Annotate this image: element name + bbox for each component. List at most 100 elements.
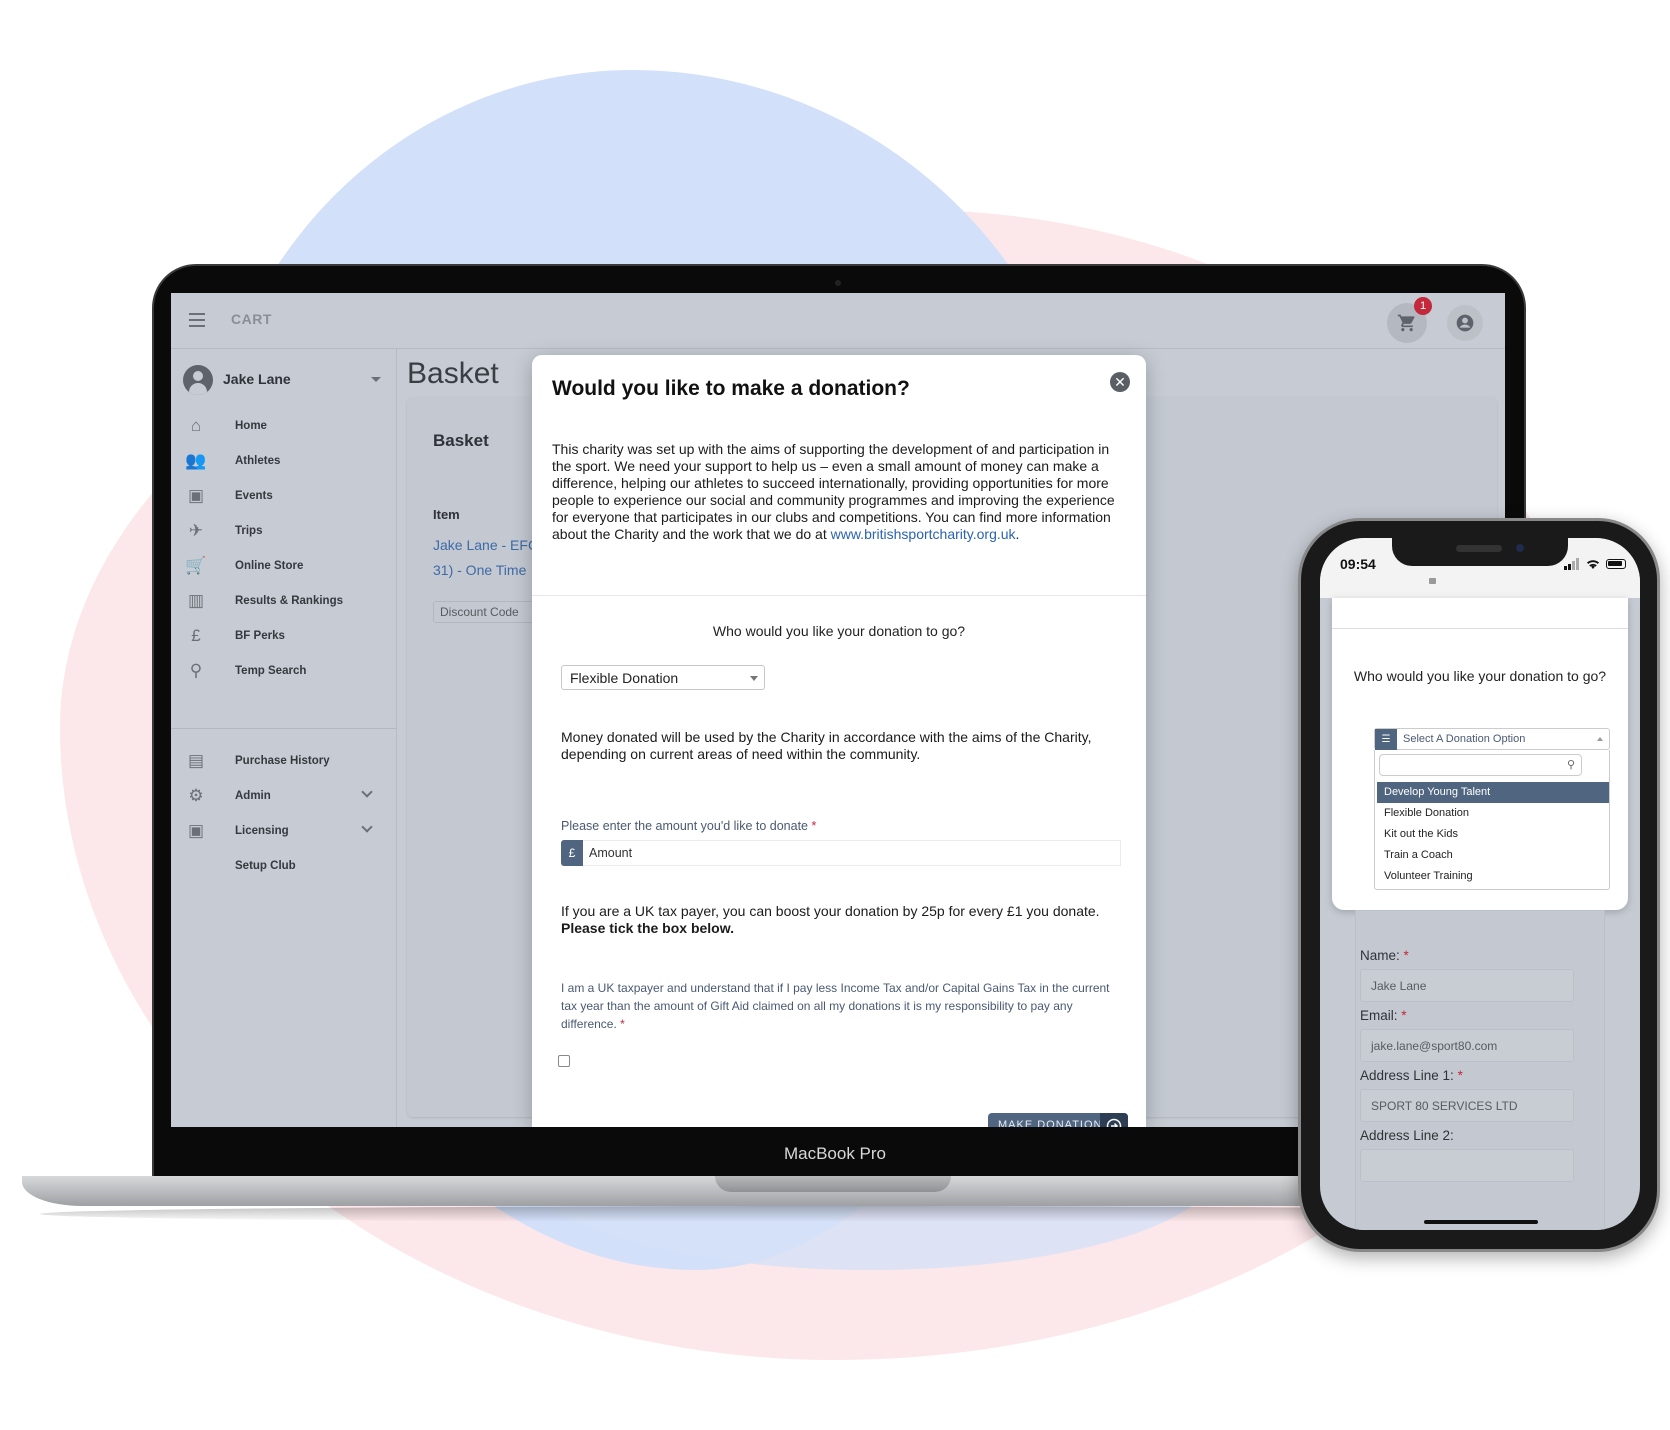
caret-up-icon — [1597, 737, 1603, 741]
phone-billing-field-input[interactable]: Jake Lane — [1360, 969, 1574, 1002]
pound-icon: £ — [561, 840, 583, 866]
sidebar-item-label: Licensing — [235, 824, 289, 837]
item-column-header: Item — [433, 507, 460, 522]
dropdown-option[interactable]: Train a Coach — [1377, 845, 1609, 866]
phone-time: 09:54 — [1340, 556, 1376, 572]
sidebar: Jake Lane ⌂ Home 👥 Athletes ▣ Events ✈ Trips 🛒 On… — [171, 349, 397, 1127]
phone-billing-field: Address Line 2: — [1360, 1128, 1574, 1182]
phone-billing-field-label-text: Address Line 2: — [1360, 1128, 1454, 1143]
sidebar-item-results-rankings[interactable]: ▥ Results & Rankings — [171, 583, 397, 618]
phone-billing-field-input[interactable]: SPORT 80 SERVICES LTD — [1360, 1089, 1574, 1122]
required-asterisk: * — [1457, 1068, 1463, 1083]
sidebar-nav-primary: ⌂ Home 👥 Athletes ▣ Events ✈ Trips 🛒 Online Store… — [171, 408, 397, 688]
menu-icon[interactable] — [189, 313, 205, 327]
avatar — [183, 365, 213, 395]
amount-label: Please enter the amount you'd like to do… — [561, 819, 816, 833]
sidebar-item-setup-club[interactable]: Setup Club — [171, 848, 397, 883]
calendar-icon: ▣ — [187, 485, 205, 505]
phone-billing-field-label: Name: * — [1360, 948, 1574, 963]
dropdown-option[interactable]: Develop Young Talent — [1377, 782, 1609, 803]
user-menu[interactable]: Jake Lane — [183, 363, 383, 397]
amount-input[interactable]: Amount — [583, 840, 1121, 866]
laptop-camera — [835, 280, 841, 286]
battery-icon — [1606, 559, 1626, 569]
account-button[interactable] — [1447, 305, 1483, 341]
home-icon: ⌂ — [190, 415, 202, 435]
phone-donation-modal: Who would you like your donation to go? … — [1332, 598, 1628, 932]
dropdown-option[interactable]: Flexible Donation — [1377, 803, 1609, 824]
sidebar-item-online-store[interactable]: 🛒 Online Store — [171, 548, 397, 583]
caret-down-icon — [750, 676, 758, 681]
intro-end: . — [1015, 526, 1020, 542]
basket-card-title: Basket — [433, 431, 489, 450]
discount-code-input[interactable]: Discount Code — [433, 601, 543, 623]
sidebar-item-label: Athletes — [235, 454, 281, 467]
modal-title: Would you like to make a donation? — [552, 377, 910, 400]
gift-aid-checkbox[interactable] — [558, 1055, 570, 1067]
phone-billing-field-label-text: Email: — [1360, 1008, 1398, 1023]
dropdown-option[interactable]: Kit out the Kids — [1377, 824, 1609, 845]
signal-bar — [1576, 558, 1579, 570]
signal-bar — [1572, 561, 1575, 570]
sidebar-item-licensing[interactable]: ▣ Licensing — [171, 813, 397, 848]
sidebar-item-label: Online Store — [235, 559, 304, 572]
topbar-title: CART — [231, 311, 272, 327]
phone-billing-field-label: Email: * — [1360, 1008, 1574, 1023]
sidebar-item-label: Temp Search — [235, 664, 307, 677]
tax-info-text: If you are a UK tax payer, you can boost… — [561, 903, 1121, 937]
cart-icon: 🛒 — [185, 555, 207, 575]
required-asterisk: * — [1401, 1008, 1407, 1023]
signal-bar — [1568, 564, 1571, 570]
plane-departure-icon: ✈ — [188, 520, 204, 540]
sidebar-item-admin[interactable]: ⚙ Admin — [171, 778, 397, 813]
person-search-icon: ⚲ — [189, 660, 203, 680]
sidebar-nav-secondary: ▤ Purchase History ⚙ Admin ▣ Licensing Setup C… — [171, 743, 397, 883]
sidebar-item-home[interactable]: ⌂ Home — [171, 408, 397, 443]
gift-aid-declaration: I am a UK taxpayer and understand that i… — [561, 979, 1121, 1033]
sidebar-item-label: BF Perks — [235, 629, 285, 642]
top-app-bar: CART 1 — [171, 293, 1505, 349]
sidebar-item-temp-search[interactable]: ⚲ Temp Search — [171, 653, 397, 688]
selected-option: Flexible Donation — [570, 670, 679, 686]
phone-notch — [1392, 538, 1568, 566]
page-title: Basket — [407, 357, 499, 390]
required-asterisk: * — [811, 819, 817, 833]
phone-billing-field-label: Address Line 1: * — [1360, 1068, 1574, 1083]
donation-modal: Would you like to make a donation? ✕ Thi… — [532, 355, 1146, 1127]
modal-intro-text: This charity was set up with the aims of… — [552, 441, 1130, 543]
sidebar-item-purchase-history[interactable]: ▤ Purchase History — [171, 743, 397, 778]
close-icon[interactable]: ✕ — [1110, 372, 1130, 392]
home-indicator — [1424, 1220, 1538, 1224]
lock-icon — [1429, 578, 1436, 584]
phone-option-search-input[interactable]: ⚲ — [1379, 754, 1582, 776]
donation-option-select[interactable]: Flexible Donation — [561, 665, 765, 690]
required-asterisk: * — [1403, 948, 1409, 963]
charity-website-link[interactable]: www.britishsportcharity.org.uk — [831, 526, 1016, 542]
sidebar-item-events[interactable]: ▣ Events — [171, 478, 397, 513]
dropdown-option[interactable]: Volunteer Training — [1377, 866, 1609, 887]
phone-billing-field-input[interactable] — [1360, 1149, 1574, 1182]
make-donation-button[interactable]: MAKE DONATION — [988, 1113, 1128, 1127]
phone-option-list: Develop Young Talent Flexible Donation Kit… — [1377, 782, 1609, 887]
user-name: Jake Lane — [223, 371, 291, 387]
make-donation-label: MAKE DONATION — [998, 1119, 1103, 1127]
phone-donation-question: Who would you like your donation to go? — [1353, 668, 1607, 684]
phone-modal-divider — [1332, 628, 1628, 629]
phone-billing-field-input[interactable]: jake.lane@sport80.com — [1360, 1029, 1574, 1062]
sidebar-divider — [171, 728, 397, 729]
phone-select-placeholder: Select A Donation Option — [1403, 733, 1526, 745]
caret-down-icon — [371, 377, 381, 382]
phone-donation-option-select[interactable]: ☰ Select A Donation Option — [1374, 728, 1610, 750]
people-icon: 👥 — [185, 450, 207, 470]
cart-icon — [1397, 314, 1415, 332]
tax-info-body: If you are a UK tax payer, you can boost… — [561, 903, 1100, 919]
sidebar-item-athletes[interactable]: 👥 Athletes — [171, 443, 397, 478]
chevron-down-icon[interactable] — [361, 786, 373, 798]
chevron-down-icon[interactable] — [361, 821, 373, 833]
phone-speaker — [1456, 545, 1502, 552]
sidebar-item-trips[interactable]: ✈ Trips — [171, 513, 397, 548]
phone-billing-field-label: Address Line 2: — [1360, 1128, 1574, 1143]
sidebar-item-bf-perks[interactable]: £ BF Perks — [171, 618, 397, 653]
pound-icon: £ — [191, 625, 201, 645]
sidebar-item-label: Home — [235, 419, 267, 432]
